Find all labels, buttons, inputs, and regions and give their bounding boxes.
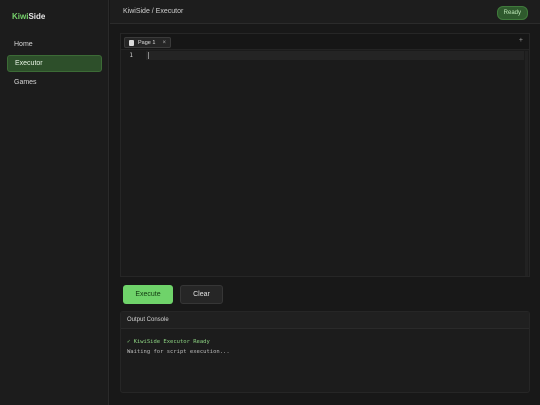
clear-button[interactable]: Clear [180, 285, 223, 304]
logo-kiwi-text: Kiwi [12, 12, 29, 21]
sidebar-item-label: Games [14, 79, 37, 86]
document-icon [129, 39, 134, 46]
sidebar-item-home[interactable]: Home [7, 36, 102, 53]
logo-side-text: Side [28, 12, 46, 21]
editor-tab-bar: Page 1 × + [121, 34, 529, 50]
line-number-gutter: 1 [121, 51, 145, 276]
close-icon[interactable]: × [162, 40, 166, 46]
breadcrumb: KiwiSide / Executor [123, 8, 184, 15]
status-badge: Ready [496, 6, 528, 20]
code-input-area[interactable] [146, 51, 524, 60]
text-cursor [148, 52, 149, 59]
line-number: 1 [129, 52, 133, 59]
app-logo: KiwiSide [12, 12, 45, 21]
execute-button[interactable]: Execute [123, 285, 173, 304]
tab-page-1[interactable]: Page 1 × [124, 37, 171, 48]
console-title: Output Console [121, 312, 529, 329]
sidebar-item-games[interactable]: Games [7, 74, 102, 91]
editor-scrollbar[interactable] [525, 51, 528, 276]
sidebar-item-label: Home [14, 41, 33, 48]
output-console: Output Console ✓ KiwiSide Executor Ready… [120, 311, 530, 393]
sidebar: KiwiSide Home Executor Games [0, 0, 109, 405]
plus-icon[interactable]: + [519, 37, 523, 44]
sidebar-item-label: Executor [15, 60, 43, 67]
sidebar-item-executor[interactable]: Executor [7, 55, 102, 72]
console-line: Waiting for script execution... [127, 349, 230, 355]
top-bar: KiwiSide / Executor Ready [110, 0, 540, 24]
console-body: ✓ KiwiSide Executor Ready Waiting for sc… [121, 329, 529, 357]
console-line: ✓ KiwiSide Executor Ready [127, 339, 210, 345]
tab-label: Page 1 [138, 39, 156, 46]
main-panel: KiwiSide / Executor Ready Page 1 × + 1 E… [110, 0, 540, 405]
code-editor: Page 1 × + 1 [120, 33, 530, 277]
